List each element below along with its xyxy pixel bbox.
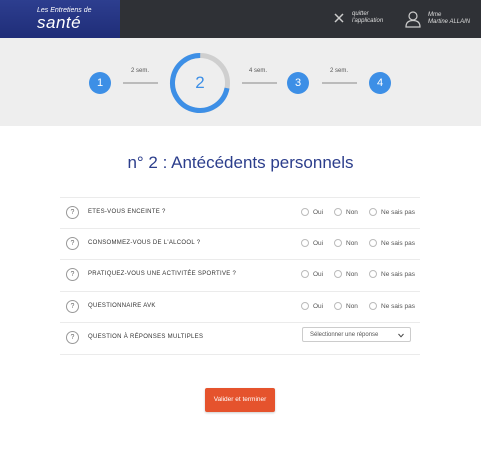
step-4[interactable]: 4 (369, 72, 391, 94)
option-ne-sais-pas[interactable]: Ne sais pas (369, 208, 415, 216)
question-label: QUESTIONNAIRE AVK (88, 303, 156, 309)
user-title: Mme (428, 12, 442, 18)
radio-icon (301, 270, 309, 278)
radio-icon (334, 270, 342, 278)
question-row: ? CONSOMMEZ-VOUS DE L'ALCOOL ? Oui Non N… (60, 228, 420, 260)
option-ne-sais-pas[interactable]: Ne sais pas (369, 270, 415, 278)
radio-icon (369, 208, 377, 216)
interval-label: 2 sem. (330, 68, 349, 74)
step-progress: 1 2 sem. 2 4 sem. 3 2 sem. 4 (0, 38, 481, 126)
answer-select[interactable]: Sélectionner une réponse (302, 327, 411, 342)
option-ne-sais-pas[interactable]: Ne sais pas (369, 239, 415, 247)
option-ne-sais-pas[interactable]: Ne sais pas (369, 302, 415, 310)
user-info: Mme Martine ALLAIN (405, 10, 470, 28)
question-label: QUESTION À RÉPONSES MULTIPLES (88, 334, 204, 340)
radio-icon (301, 208, 309, 216)
option-label: Non (346, 270, 358, 278)
option-non[interactable]: Non (334, 239, 358, 247)
interval-label: 2 sem. (131, 68, 150, 74)
option-oui[interactable]: Oui (301, 270, 323, 278)
step-2[interactable]: 2 (169, 52, 231, 114)
top-bar: Les Entretiens de santé quitter l'applic… (0, 0, 481, 38)
radio-icon (301, 239, 309, 247)
app-logo: Les Entretiens de santé (0, 0, 120, 38)
option-non[interactable]: Non (334, 208, 358, 216)
radio-icon (334, 239, 342, 247)
radio-icon (301, 302, 309, 310)
step-3[interactable]: 3 (287, 72, 309, 94)
step-1[interactable]: 1 (89, 72, 111, 94)
option-label: Oui (313, 302, 324, 310)
step-connector (322, 82, 357, 84)
user-name: Martine ALLAIN (428, 19, 471, 25)
step-connector (123, 82, 158, 84)
question-label: PRATIQUEZ-VOUS UNE ACTIVITÉE SPORTIVE ? (88, 271, 237, 277)
option-non[interactable]: Non (334, 270, 358, 278)
question-row: ? QUESTIONNAIRE AVK Oui Non Ne sais pas (60, 291, 420, 323)
option-label: Oui (313, 239, 324, 247)
option-label: Non (346, 208, 358, 216)
section-title: n° 2 : Antécédents personnels (127, 153, 354, 172)
option-label: Ne sais pas (381, 302, 415, 310)
question-row: ? PRATIQUEZ-VOUS UNE ACTIVITÉE SPORTIVE … (60, 259, 420, 291)
question-row: ? QUESTION À RÉPONSES MULTIPLES Sélectio… (60, 322, 420, 355)
logo-title: santé (37, 13, 82, 32)
help-icon[interactable]: ? (66, 206, 79, 219)
option-label: Ne sais pas (381, 208, 415, 216)
help-icon[interactable]: ? (66, 331, 79, 344)
help-icon[interactable]: ? (66, 237, 79, 250)
user-icon (405, 11, 421, 28)
interval-label: 4 sem. (249, 68, 268, 74)
radio-icon (369, 270, 377, 278)
option-oui[interactable]: Oui (301, 239, 323, 247)
step-connector (242, 82, 277, 84)
question-label: ETES-VOUS ENCEINTE ? (88, 209, 166, 215)
option-oui[interactable]: Oui (301, 302, 323, 310)
option-label: Oui (313, 270, 324, 278)
option-oui[interactable]: Oui (301, 208, 323, 216)
quit-button[interactable]: quitter l'application (333, 11, 383, 25)
radio-icon (334, 208, 342, 216)
question-row: ? ETES-VOUS ENCEINTE ? Oui Non Ne sais p… (60, 197, 420, 229)
option-label: Non (346, 302, 358, 310)
submit-button[interactable]: Valider et terminer (205, 388, 275, 412)
quit-label-line2: l'application (352, 18, 384, 24)
option-label: Oui (313, 208, 324, 216)
option-label: Ne sais pas (381, 270, 415, 278)
radio-icon (369, 302, 377, 310)
chevron-down-icon (398, 333, 404, 338)
option-label: Non (346, 239, 358, 247)
help-icon[interactable]: ? (66, 300, 79, 313)
radio-icon (334, 302, 342, 310)
option-non[interactable]: Non (334, 302, 358, 310)
help-icon[interactable]: ? (66, 268, 79, 281)
question-label: CONSOMMEZ-VOUS DE L'ALCOOL ? (88, 240, 201, 246)
radio-icon (369, 239, 377, 247)
quit-label-line1: quitter (352, 11, 369, 17)
close-icon (334, 13, 344, 23)
option-label: Ne sais pas (381, 239, 415, 247)
select-placeholder: Sélectionner une réponse (310, 332, 379, 338)
